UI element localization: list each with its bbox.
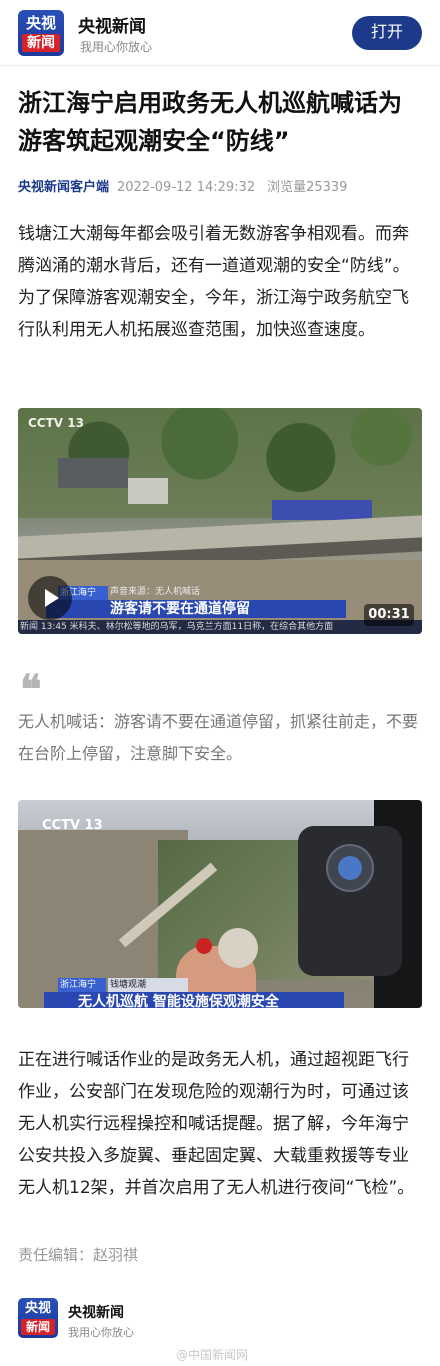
video-frame-roof <box>128 478 168 504</box>
watermark: @中国新闻网 <box>176 1348 249 1362</box>
open-app-button[interactable]: 打开 <box>352 16 422 50</box>
footer-slogan: 我用心你放心 <box>68 1326 134 1339</box>
channel-logo: CCTV 13 <box>42 818 103 833</box>
quote-icon: ❝ <box>20 666 42 713</box>
article-image: CCTV 13 浙江海宁 钱塘观潮 无人机巡航 智能设施保观潮安全 <box>18 800 422 1008</box>
caption-subtitle: 声音来源：无人机喊话 <box>110 587 201 597</box>
caption-tag: 钱塘观潮 <box>108 978 188 992</box>
article-paragraph-2: 正在进行喊话作业的是政务无人机，通过超视距飞行作业，公安部门在发现危险的观潮行为… <box>18 1050 415 1198</box>
caption-location: 浙江海宁 <box>58 978 106 992</box>
footer-logo-line2: 新闻 <box>21 1319 55 1335</box>
caption-text: 游客请不要在通道停留 <box>110 601 250 617</box>
app-name: 央视新闻 <box>78 17 146 37</box>
app-logo: 央视 新闻 <box>18 10 64 56</box>
caption-text: 无人机巡航 智能设施保观潮安全 <box>78 994 279 1008</box>
video-player[interactable]: CCTV 13 浙江海宁 声音来源：无人机喊话 游客请不要在通道停留 新闻 13… <box>18 408 422 634</box>
article-quote: 无人机喊话：游客请不要在通道停留，抓紧往前走，不要在台阶上停留，注意脚下安全。 <box>18 712 419 763</box>
news-ticker: 新闻 13:45 米科夫、林尔松等地的乌军，乌克兰方面11日称，在综合其他方面 <box>18 620 422 634</box>
article-views: 浏览量25339 <box>267 180 348 195</box>
red-button <box>196 938 212 954</box>
article-datetime: 2022-09-12 14:29:32 <box>117 180 256 195</box>
play-icon[interactable] <box>28 576 72 620</box>
logo-line2: 新闻 <box>22 34 60 52</box>
article-paragraph-1: 钱塘江大潮每年都会吸引着无数游客争相观看。而奔腾汹涌的潮水背后，还有一道道观潮的… <box>18 224 410 340</box>
footer-app-name[interactable]: 央视新闻 <box>68 1302 124 1322</box>
footer-logo-line1: 央视 <box>24 1301 51 1316</box>
video-frame-roof <box>58 458 128 488</box>
app-slogan: 我用心你放心 <box>80 40 153 54</box>
article-source[interactable]: 央视新闻客户端 <box>18 180 109 195</box>
article-meta: 央视新闻客户端 2022-09-12 14:29:32 浏览量25339 <box>18 176 422 195</box>
video-duration: 00:31 <box>364 604 414 626</box>
article-editor: 责任编辑：赵羽祺 <box>18 1246 139 1264</box>
drone-icon <box>338 856 362 880</box>
article-title: 浙江海宁启用政务无人机巡航喊话为游客筑起观潮安全“防线” <box>18 89 402 155</box>
joystick <box>218 928 258 968</box>
footer-logo[interactable]: 央视 新闻 <box>18 1298 58 1338</box>
top-app-bar: 央视 新闻 央视新闻 我用心你放心 打开 <box>0 0 440 66</box>
video-frame-stage <box>272 500 372 520</box>
channel-logo: CCTV 13 <box>28 416 84 430</box>
logo-line1: 央视 <box>25 14 56 32</box>
